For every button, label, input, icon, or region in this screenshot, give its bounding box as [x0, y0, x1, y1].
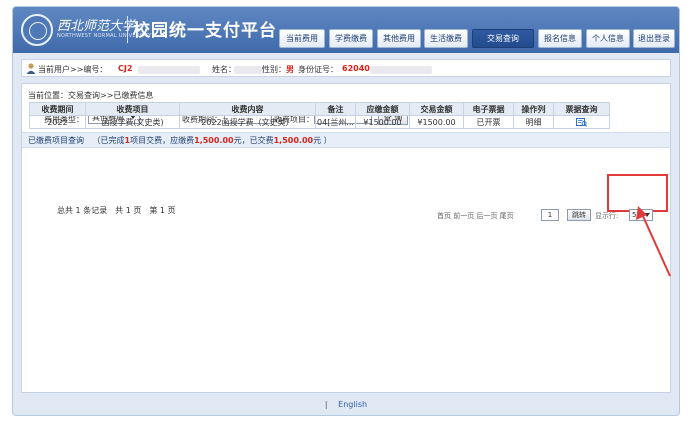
col-header-e-receipt: 电子票据	[463, 102, 514, 116]
section-summary-mid2: 元，已交费	[233, 136, 274, 145]
col-header-content: 收费内容	[179, 102, 316, 116]
header-banner: 西北师范大学 NORTHWEST NORMAL UNIVERSITY 校园统一支…	[13, 7, 679, 53]
footer: | English	[21, 397, 671, 413]
section-summary-prefix: （已完成	[92, 136, 125, 145]
name-redacted	[234, 65, 264, 74]
paid-total: 1,500.00	[273, 136, 314, 145]
name-label: 姓名：	[212, 65, 236, 74]
idcard-label: 身份证号：	[298, 65, 338, 74]
cell-paid: ¥1500.00	[409, 115, 464, 129]
gender-value: 男	[286, 65, 294, 74]
gender-label: 性别：	[262, 65, 286, 74]
col-header-note: 备注	[315, 102, 356, 116]
pagesize-value: 5	[632, 211, 637, 219]
idcard-redacted	[370, 65, 432, 74]
col-header-receipt-query: 票据查询	[553, 102, 610, 116]
breadcrumb: 当前位置：交易查询>>已缴费信息	[28, 91, 154, 100]
jump-button[interactable]: 跳转	[567, 209, 591, 221]
col-header-item: 收费项目	[85, 102, 180, 116]
section-summary-mid1: 项目交费，应缴费	[130, 136, 195, 145]
nav-personal-info[interactable]: 个人信息	[586, 29, 630, 48]
nav-transaction-query[interactable]: 交易查询	[472, 29, 534, 48]
cell-receipt-query	[553, 115, 610, 129]
cell-due: ¥1500.00	[355, 115, 410, 129]
university-name: 西北师范大学	[57, 19, 136, 34]
col-header-paid: 交易金额	[409, 102, 464, 116]
receipt-query-highlight	[607, 174, 668, 212]
col-header-period: 收费期间	[29, 102, 86, 116]
page-number-input[interactable]: 1	[541, 209, 559, 221]
app-frame: 西北师范大学 NORTHWEST NORMAL UNIVERSITY 校园统一支…	[12, 6, 680, 416]
platform-title: 校园统一支付平台	[133, 21, 277, 41]
pagesize-select[interactable]: 5	[629, 209, 653, 221]
pager-nav[interactable]: 首页 前一页 后一页 尾页	[437, 211, 514, 221]
university-seal-icon	[21, 14, 53, 46]
section-summary-suffix: 元 ）	[313, 136, 332, 145]
section-title: 已缴费项目查询	[28, 136, 84, 145]
col-header-action: 操作列	[513, 102, 554, 116]
receipt-query-icon[interactable]	[576, 117, 587, 127]
user-id: CJ2	[118, 64, 133, 73]
idcard-value: 62040	[342, 64, 370, 73]
table-header-row: 收费期间 收费项目 收费内容 备注 应缴金额 交易金额 电子票据 操作列 票据查…	[29, 102, 610, 116]
footer-separator: |	[324, 400, 328, 409]
cell-item: 函授学费(文史类)	[85, 115, 180, 129]
section-header: 已缴费项目查询 （已完成1项目交费，应缴费1,500.00元，已交费1,500.…	[22, 132, 670, 148]
cell-note: 04[兰州...	[315, 115, 356, 129]
main-panel: 当前位置：交易查询>>已缴费信息 费用类型： 其他费用 收费期间： 收费项目： …	[21, 83, 671, 393]
nav-registration[interactable]: 报名信息	[538, 29, 582, 48]
cell-e-receipt: 已开票	[463, 115, 514, 129]
cell-content: 2022函授学费（文史类）	[179, 115, 316, 129]
col-header-due: 应缴金额	[355, 102, 410, 116]
due-total: 1,500.00	[194, 136, 234, 145]
pagesize-label: 显示行:	[595, 212, 619, 220]
logo-divider	[127, 16, 128, 43]
user-icon	[26, 63, 36, 74]
user-id-redacted	[138, 65, 200, 74]
nav-logout[interactable]: 退出登录	[633, 29, 675, 48]
detail-link[interactable]: 明细	[513, 115, 554, 129]
user-info-bar: 当前用户>>编号： CJ2 姓名： 性别： 男 身份证号： 62040	[21, 59, 671, 77]
pager-summary: 总共 1 条记录 共 1 页 第 1 页	[57, 206, 176, 215]
chevron-down-icon	[644, 213, 650, 217]
current-user-label: 当前用户>>编号：	[38, 65, 108, 74]
cell-period: 2022	[29, 115, 86, 129]
nav-current-fees[interactable]: 当前费用	[279, 29, 325, 48]
table-row: 2022 函授学费(文史类) 2022函授学费（文史类） 04[兰州... ¥1…	[29, 115, 610, 129]
english-link[interactable]: English	[338, 400, 367, 409]
paid-items-table: 收费期间 收费项目 收费内容 备注 应缴金额 交易金额 电子票据 操作列 票据查…	[29, 102, 610, 129]
nav-tuition[interactable]: 学费缴费	[329, 29, 373, 48]
nav-other-fees[interactable]: 其他费用	[377, 29, 421, 48]
nav-living-fees[interactable]: 生活缴费	[424, 29, 468, 48]
